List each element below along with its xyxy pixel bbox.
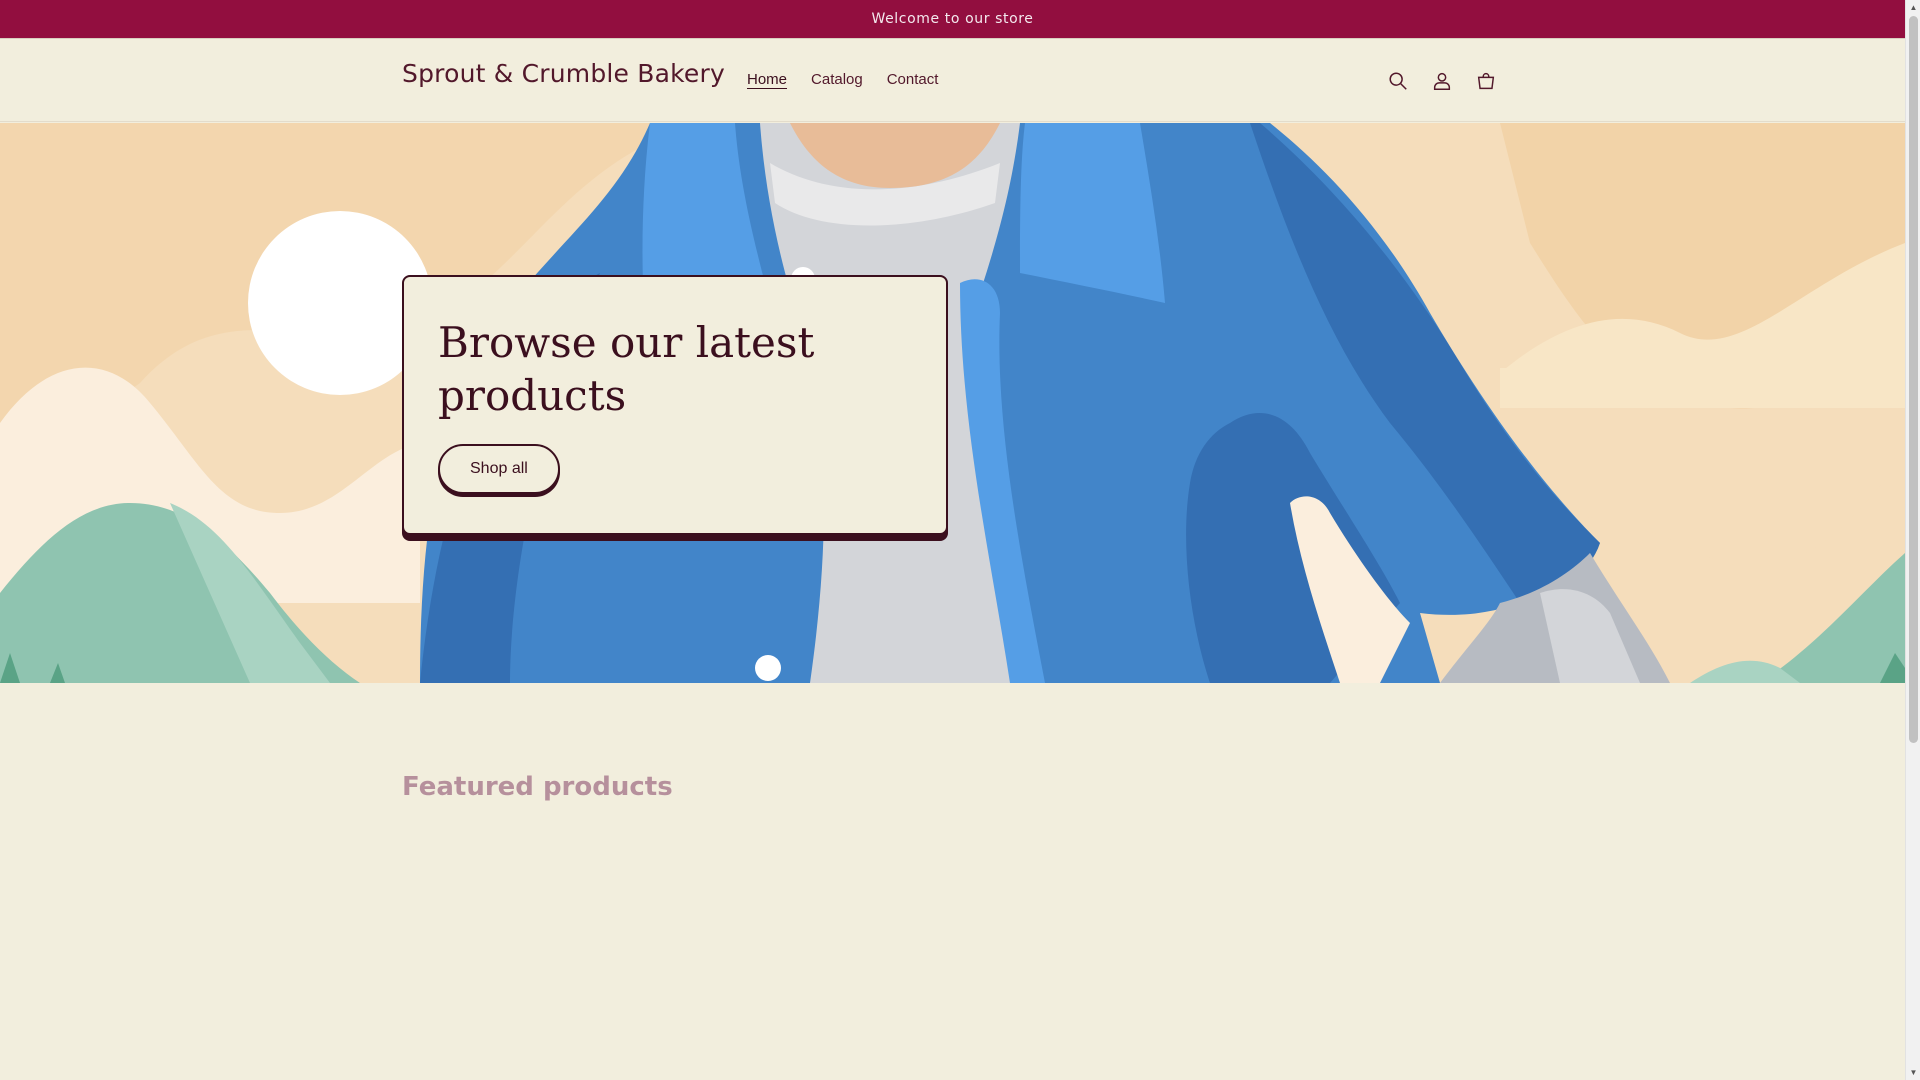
scroll-up-arrow-icon[interactable]: ▲ — [1906, 0, 1920, 15]
hero-illustration — [0, 123, 1905, 683]
announcement-text: Welcome to our store — [871, 11, 1034, 27]
main-nav: Home Catalog Contact — [735, 69, 950, 90]
cart-icon — [1477, 73, 1495, 90]
announcement-bar: Welcome to our store — [0, 0, 1905, 38]
scroll-down-arrow-icon[interactable]: ▼ — [1906, 1065, 1920, 1080]
site-header: Sprout & Crumble Bakery Home Catalog Con… — [0, 39, 1905, 122]
hero-card: Browse our latest products Shop all — [402, 275, 948, 535]
hero-banner: Browse our latest products Shop all — [0, 123, 1905, 683]
nav-contact[interactable]: Contact — [875, 69, 951, 90]
search-icon — [1389, 72, 1407, 90]
nav-home[interactable]: Home — [735, 69, 799, 90]
page: Welcome to our store Sprout & Crumble Ba… — [0, 0, 1905, 1080]
shop-all-button[interactable]: Shop all — [438, 444, 560, 494]
header-icons — [1378, 61, 1506, 101]
account-button[interactable] — [1422, 61, 1462, 101]
nav-catalog[interactable]: Catalog — [799, 69, 875, 90]
account-icon — [1433, 72, 1451, 90]
cart-button[interactable] — [1466, 61, 1506, 101]
page-scrollbar[interactable]: ▲ ▼ — [1905, 0, 1920, 1080]
hero-title: Browse our latest products — [438, 318, 815, 420]
brand-logo[interactable]: Sprout & Crumble Bakery — [402, 59, 725, 88]
search-button[interactable] — [1378, 61, 1418, 101]
featured-products-title: Featured products — [402, 772, 673, 802]
scroll-thumb[interactable] — [1909, 16, 1918, 743]
